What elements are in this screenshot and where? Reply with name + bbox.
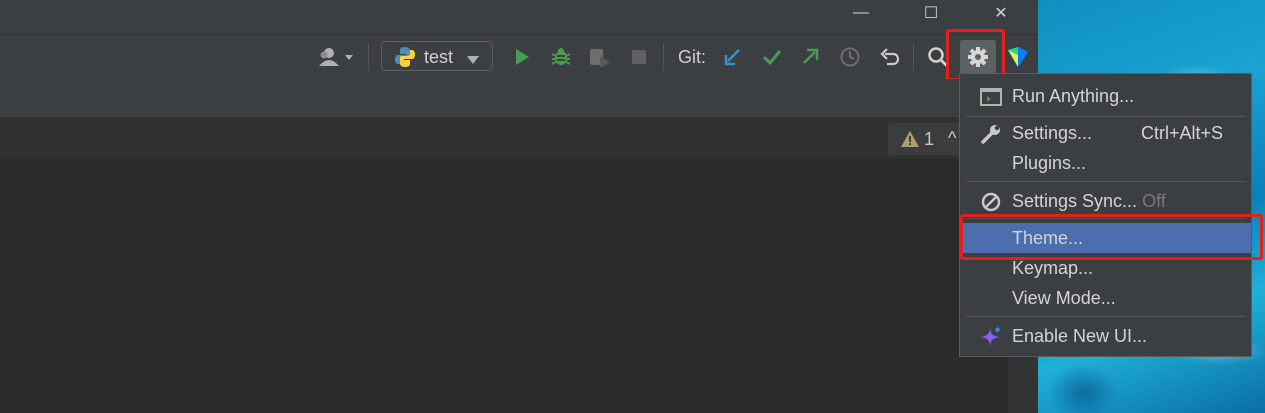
run-config-label: test: [424, 47, 454, 67]
close-button[interactable]: ✕: [978, 0, 1024, 26]
git-push-icon: [803, 48, 819, 64]
maximize-icon: ☐: [923, 5, 939, 22]
editor-header: [0, 118, 1008, 158]
python-icon: [394, 46, 416, 73]
git-commit-icon: [762, 50, 782, 66]
settings-sync-status: Off: [1142, 191, 1166, 211]
git-update-icon: [724, 49, 740, 66]
stop-icon: [632, 50, 646, 64]
menu-item-settings[interactable]: Settings... Ctrl+Alt+S: [960, 118, 1251, 148]
debug-icon: [551, 48, 571, 65]
git-history-icon: [840, 47, 860, 67]
maximize-button[interactable]: ☐: [908, 0, 954, 26]
coverage-icon: [590, 49, 610, 68]
wrench-icon: [980, 123, 1002, 145]
minimize-icon: —: [853, 4, 869, 21]
git-commit-button[interactable]: [759, 42, 785, 72]
debug-button[interactable]: [546, 42, 576, 72]
run-with-coverage-button[interactable]: [585, 42, 615, 72]
menu-item-enable-new-ui[interactable]: Enable New UI...: [960, 321, 1251, 351]
chevron-down-icon: [466, 52, 480, 70]
warning-count: 1: [924, 129, 935, 149]
sync-off-icon: [980, 191, 1002, 213]
run-icon: [516, 49, 529, 65]
toolbar-separator: [368, 43, 369, 71]
settings-sync-label: Settings Sync...: [1012, 191, 1138, 211]
expand-inspections-icon: ^: [948, 128, 957, 148]
user-icon: [319, 48, 353, 66]
menu-item-view-mode[interactable]: View Mode...: [960, 283, 1251, 313]
menu-item-settings-sync[interactable]: Settings Sync... Off: [960, 186, 1251, 216]
menu-item-run-anything[interactable]: Run Anything...: [960, 81, 1251, 111]
toolbox-button[interactable]: [1004, 42, 1032, 72]
user-menu-button[interactable]: [312, 42, 358, 72]
run-anything-icon: [980, 86, 1002, 108]
sparkle-icon: [980, 326, 1002, 348]
git-push-button[interactable]: [797, 42, 823, 72]
editor-area[interactable]: [0, 158, 1008, 413]
warning-icon: [900, 130, 920, 153]
menu-separator: [966, 181, 1246, 182]
toolbar-separator: [663, 43, 664, 71]
git-label: Git:: [678, 47, 707, 67]
editor-tab-row: [0, 79, 1038, 118]
git-rollback-button[interactable]: [876, 42, 904, 72]
git-rollback-icon: [880, 48, 900, 66]
run-button[interactable]: [508, 42, 536, 72]
close-icon: ✕: [994, 5, 1008, 22]
menu-separator: [966, 316, 1246, 317]
menu-separator: [966, 116, 1246, 117]
git-update-button[interactable]: [720, 42, 746, 72]
menu-item-plugins[interactable]: Plugins...: [960, 148, 1251, 178]
git-history-button[interactable]: [836, 42, 864, 72]
stop-button[interactable]: [626, 42, 652, 72]
jetbrains-toolbox-icon: [1008, 47, 1028, 67]
menu-item-keymap[interactable]: Keymap...: [960, 253, 1251, 283]
toolbar-separator: [913, 43, 914, 71]
minimize-button[interactable]: —: [838, 0, 884, 26]
